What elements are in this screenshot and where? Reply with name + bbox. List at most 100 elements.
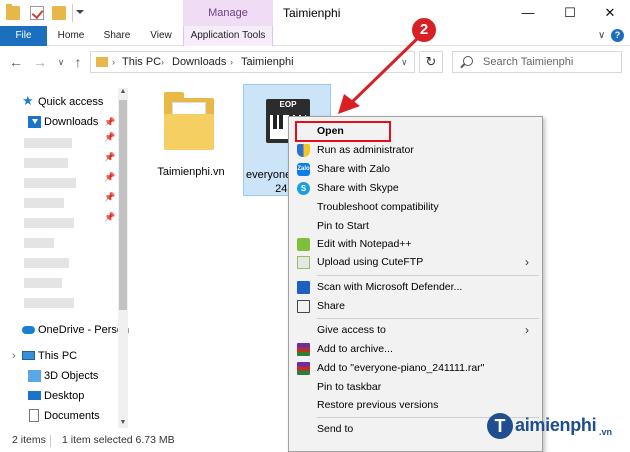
- item-count: 2 items: [12, 434, 46, 446]
- help-icon[interactable]: ?: [611, 29, 624, 42]
- menu-item-pin-taskbar[interactable]: Pin to taskbar: [289, 378, 542, 397]
- menu-item-run-as-admin[interactable]: Run as administrator: [289, 141, 542, 160]
- downloads-icon: [28, 116, 41, 128]
- close-button[interactable]: ✕: [590, 0, 630, 26]
- pin-icon: 📌: [104, 212, 116, 222]
- desktop-icon: [28, 391, 41, 400]
- menu-item-share-zalo[interactable]: Zalo Share with Zalo: [289, 160, 542, 179]
- scroll-down-icon[interactable]: ▼: [118, 418, 128, 428]
- blurred-item: [24, 278, 62, 288]
- tree-item-documents[interactable]: Documents: [0, 406, 118, 426]
- tree-label: Desktop: [44, 390, 85, 402]
- minimize-button[interactable]: —: [508, 0, 548, 26]
- computer-icon: [22, 351, 35, 360]
- tree-label: Quick access: [38, 96, 104, 108]
- crumb-separator[interactable]: ›: [161, 52, 164, 72]
- blurred-item: [24, 218, 74, 228]
- crumb-separator[interactable]: ›: [230, 52, 233, 72]
- customize-toolbar-icon[interactable]: [76, 10, 84, 14]
- documents-icon: [29, 409, 39, 422]
- annotation-arrow: [338, 34, 422, 114]
- selection-info: 1 item selected 6.73 MB: [62, 434, 175, 446]
- star-icon: ★: [22, 93, 34, 108]
- crumb-separator[interactable]: ›: [112, 52, 115, 72]
- menu-separator: [317, 318, 539, 319]
- nav-scrollbar-thumb[interactable]: [119, 100, 127, 310]
- tree-item-quick-access[interactable]: ★ Quick access: [0, 92, 118, 112]
- folder-icon: [96, 57, 108, 67]
- pin-icon: 📌: [104, 117, 116, 127]
- menu-item-defender[interactable]: Scan with Microsoft Defender...: [289, 278, 542, 297]
- menu-item-restore[interactable]: Restore previous versions: [289, 396, 542, 415]
- winrar-icon: [297, 343, 310, 356]
- window-title: Taimienphi: [283, 6, 341, 20]
- menu-item-share[interactable]: Share: [289, 297, 542, 316]
- tab-file[interactable]: File: [0, 26, 47, 46]
- menu-item-add-rar[interactable]: Add to "everyone-piano_241111.rar": [289, 359, 542, 378]
- blurred-item: [24, 158, 68, 168]
- blurred-item: [24, 178, 76, 188]
- tree-label: Documents: [44, 410, 100, 422]
- menu-item-open[interactable]: Open: [289, 122, 542, 141]
- pin-icon: 📌: [104, 192, 116, 202]
- tree-item-onedrive[interactable]: OneDrive - Person: [0, 320, 129, 340]
- tab-application-tools[interactable]: Application Tools: [183, 26, 273, 46]
- new-folder-icon[interactable]: [52, 6, 66, 20]
- zalo-icon: Zalo: [297, 163, 310, 176]
- folder-icon[interactable]: [6, 4, 20, 20]
- notepadpp-icon: [297, 238, 310, 251]
- forward-button[interactable]: →: [32, 52, 48, 72]
- tab-home[interactable]: Home: [47, 26, 95, 46]
- context-menu: Open Run as administrator Zalo Share wit…: [288, 116, 543, 452]
- blurred-item: [24, 258, 69, 268]
- menu-item-troubleshoot[interactable]: Troubleshoot compatibility: [289, 198, 542, 217]
- blurred-item: [24, 198, 64, 208]
- properties-icon[interactable]: [30, 6, 44, 20]
- file-item-folder[interactable]: Taimienphi.vn: [150, 86, 232, 186]
- share-icon: [297, 300, 310, 313]
- menu-item-notepadpp[interactable]: Edit with Notepad++: [289, 235, 542, 254]
- toolbar-divider: [72, 4, 73, 22]
- tab-share[interactable]: Share: [95, 26, 139, 46]
- expand-ribbon-icon[interactable]: ∨: [598, 30, 605, 41]
- menu-item-give-access[interactable]: Give access to ›: [289, 321, 542, 340]
- piano-icon-label: EOP: [279, 100, 297, 109]
- tree-item-this-pc[interactable]: › This PC: [0, 346, 118, 366]
- scroll-up-icon[interactable]: ▲: [118, 87, 128, 97]
- menu-item-add-archive[interactable]: Add to archive...: [289, 340, 542, 359]
- tree-item-3d-objects[interactable]: 3D Objects: [0, 366, 118, 386]
- watermark-letter: T: [487, 413, 513, 439]
- tree-item-desktop[interactable]: Desktop: [0, 386, 118, 406]
- navigation-pane: ★ Quick access Downloads 📌 📌 📌 📌 📌 📌 One…: [0, 86, 130, 428]
- breadcrumb-downloads[interactable]: Downloads: [172, 52, 226, 72]
- onedrive-icon: [22, 326, 35, 334]
- navigation-bar: ← → ∨ ↑ › This PC › Downloads › Taimienp…: [0, 46, 630, 78]
- tree-item-downloads[interactable]: Downloads 📌: [0, 112, 118, 132]
- submenu-arrow-icon: ›: [525, 255, 529, 269]
- winrar-icon: [297, 362, 310, 375]
- watermark-suffix: .vn: [599, 427, 613, 437]
- menu-item-cuteftp[interactable]: Upload using CuteFTP ›: [289, 253, 542, 272]
- menu-separator: [317, 275, 539, 276]
- manage-context-label: Manage: [183, 0, 273, 26]
- back-button[interactable]: ←: [8, 52, 24, 72]
- status-divider: [50, 435, 51, 447]
- up-button[interactable]: ↑: [70, 52, 86, 72]
- breadcrumb-this-pc[interactable]: This PC: [122, 52, 161, 72]
- search-icon: [463, 56, 473, 66]
- file-label: Taimienphi.vn: [157, 166, 225, 178]
- ribbon-tabs: File Home Share View Application Tools ∨…: [0, 26, 630, 46]
- pin-icon: 📌: [104, 172, 116, 182]
- menu-item-share-skype[interactable]: S Share with Skype: [289, 179, 542, 198]
- tree-label: 3D Objects: [44, 370, 99, 382]
- tab-view[interactable]: View: [139, 26, 183, 46]
- chevron-right-icon[interactable]: ›: [12, 346, 16, 366]
- breadcrumb-taimienphi[interactable]: Taimienphi: [241, 52, 294, 72]
- maximize-button[interactable]: ☐: [550, 0, 590, 26]
- search-input[interactable]: [483, 54, 618, 70]
- step-badge: 2: [412, 18, 436, 42]
- recent-locations-button[interactable]: ∨: [53, 52, 69, 72]
- search-box[interactable]: [452, 51, 622, 73]
- submenu-arrow-icon: ›: [525, 323, 529, 337]
- menu-item-pin-start[interactable]: Pin to Start: [289, 217, 542, 236]
